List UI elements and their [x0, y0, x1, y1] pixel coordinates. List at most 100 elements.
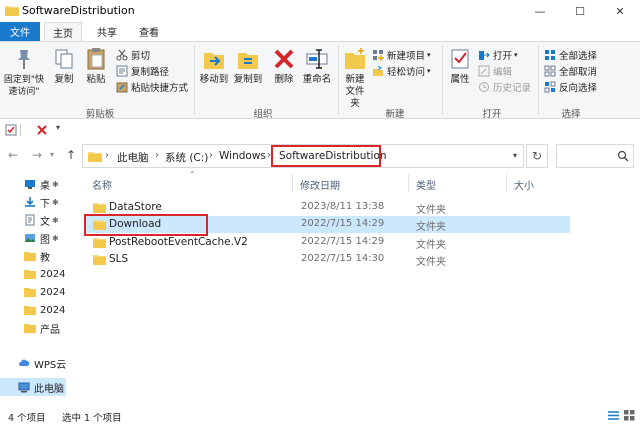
- ribbon-divider: [194, 45, 195, 115]
- delete-icon: [271, 46, 297, 72]
- sidebar-item-pictures[interactable]: 图 ✱: [0, 229, 66, 247]
- file-type: 文件夹: [416, 240, 446, 251]
- dropdown-arrow-icon: ▾: [427, 67, 431, 75]
- sidebar-item-documents[interactable]: 文 ✱: [0, 211, 66, 229]
- folder-icon: [24, 304, 36, 316]
- sidebar-item-this-pc[interactable]: 此电脑: [0, 378, 66, 396]
- invert-selection-button[interactable]: 反向选择: [544, 80, 597, 94]
- document-icon: [24, 214, 36, 226]
- column-header-type[interactable]: 类型: [416, 177, 436, 192]
- sidebar-item-folder[interactable]: 2024: [0, 265, 66, 283]
- breadcrumb-this-pc[interactable]: 此电脑: [117, 150, 149, 165]
- file-type: 文件夹: [416, 257, 446, 268]
- select-none-button[interactable]: 全部取消: [544, 64, 597, 78]
- new-folder-icon: [342, 46, 368, 72]
- cut-button[interactable]: 剪切: [116, 48, 150, 62]
- breadcrumb-separator: ›: [209, 150, 213, 161]
- address-bar[interactable]: › 此电脑 › 系统 (C:) › Windows › SoftwareDist…: [82, 144, 524, 168]
- paste-shortcut-button[interactable]: 粘贴快捷方式: [116, 80, 188, 94]
- breadcrumb-system-c[interactable]: 系统 (C:): [165, 150, 208, 165]
- sidebar-item-wps-cloud[interactable]: WPS云: [0, 354, 66, 372]
- invert-selection-label: 反向选择: [559, 83, 598, 94]
- title-bar: SoftwareDistribution — ☐ ✕: [0, 0, 640, 22]
- select-none-label: 全部取消: [559, 67, 598, 78]
- file-name: DataStore: [109, 201, 162, 213]
- paste-button[interactable]: 粘贴: [82, 46, 110, 86]
- column-divider: [292, 174, 293, 192]
- pin-icon: ✱: [52, 179, 59, 189]
- back-arrow-icon[interactable]: ←: [8, 148, 18, 162]
- rename-label: 重命名: [302, 74, 332, 85]
- easy-access-label: 轻松访问: [387, 67, 426, 78]
- select-none-icon: [544, 65, 556, 77]
- recent-locations-icon[interactable]: ▾: [50, 150, 54, 159]
- table-row[interactable]: PostRebootEventCache.V2 2022/7/15 14:29 …: [86, 234, 570, 251]
- new-item-button[interactable]: 新建项目 ▾: [372, 48, 431, 62]
- dropdown-arrow-icon: ▾: [514, 51, 518, 59]
- sidebar-item-label: 文: [40, 216, 50, 228]
- address-dropdown-icon[interactable]: ▾: [513, 151, 517, 160]
- up-arrow-icon[interactable]: ↑: [66, 148, 76, 162]
- pin-quick-access-button[interactable]: 固定到"快速访问": [4, 46, 44, 98]
- properties-button[interactable]: 属性: [446, 46, 474, 86]
- close-button[interactable]: ✕: [600, 0, 640, 22]
- sidebar-item-downloads[interactable]: 下 ✱: [0, 193, 66, 211]
- ribbon-divider: [538, 45, 539, 115]
- search-input[interactable]: [556, 144, 634, 168]
- refresh-button[interactable]: ↻: [526, 144, 548, 168]
- file-date: 2023/8/11 13:38: [301, 201, 385, 212]
- copy-button[interactable]: 复制: [50, 46, 78, 86]
- pin-icon: ✱: [52, 233, 59, 243]
- copy-path-label: 复制路径: [131, 67, 170, 78]
- easy-access-button[interactable]: 轻松访问 ▾: [372, 64, 431, 78]
- item-count: 4 个项目: [8, 413, 46, 424]
- tab-file[interactable]: 文件: [0, 22, 40, 41]
- file-type: 文件夹: [416, 222, 446, 233]
- file-name: SLS: [109, 253, 129, 265]
- dropdown-arrow-icon: ▾: [427, 51, 431, 59]
- new-folder-button[interactable]: 新建文件夹: [340, 46, 370, 110]
- cloud-icon: [18, 357, 30, 369]
- organize-group-label: 组织: [253, 109, 273, 120]
- sidebar-item-folder[interactable]: 产品: [0, 319, 66, 337]
- sidebar-item-folder[interactable]: 2024: [0, 301, 66, 319]
- sidebar-item-desktop[interactable]: 桌 ✱: [0, 175, 66, 193]
- window-title: SoftwareDistribution: [22, 4, 135, 17]
- forward-arrow-icon[interactable]: →: [32, 148, 42, 162]
- paste-shortcut-label: 粘贴快捷方式: [131, 83, 189, 94]
- copy-to-button[interactable]: 复制到: [232, 46, 264, 86]
- tab-share[interactable]: 共享: [88, 22, 126, 41]
- maximize-button[interactable]: ☐: [560, 0, 600, 22]
- sidebar-item-folder[interactable]: 教: [0, 247, 66, 265]
- copy-path-button[interactable]: 复制路径: [116, 64, 169, 78]
- column-header-date[interactable]: 修改日期: [300, 177, 340, 192]
- column-header-size[interactable]: 大小: [514, 177, 534, 192]
- minimize-button[interactable]: —: [520, 0, 560, 22]
- customize-toolbar-icon[interactable]: ▾: [56, 123, 60, 132]
- file-name: PostRebootEventCache.V2: [109, 236, 248, 248]
- details-view-icon[interactable]: [608, 410, 619, 421]
- open-group-label: 打开: [482, 109, 502, 120]
- search-icon: [617, 150, 629, 165]
- table-row[interactable]: SLS 2022/7/15 14:30 文件夹: [86, 251, 570, 268]
- breadcrumb-windows[interactable]: Windows: [219, 150, 266, 162]
- copy-path-icon: [116, 65, 128, 77]
- rename-button[interactable]: 重命名: [300, 46, 334, 86]
- tab-home[interactable]: 主页: [44, 22, 82, 42]
- open-button[interactable]: 打开 ▾: [478, 48, 518, 62]
- properties-icon[interactable]: [5, 124, 17, 139]
- tab-view[interactable]: 查看: [130, 22, 168, 41]
- column-header-name[interactable]: 名称: [92, 177, 112, 192]
- delete-button[interactable]: 删除: [270, 46, 298, 86]
- edit-button[interactable]: 编辑: [478, 64, 512, 78]
- selection-count: 选中 1 个项目: [62, 413, 122, 424]
- properties-icon: [447, 46, 473, 72]
- select-all-button[interactable]: 全部选择: [544, 48, 597, 62]
- move-to-button[interactable]: 移动到: [198, 46, 230, 86]
- sidebar-item-folder[interactable]: 2024: [0, 283, 66, 301]
- history-button[interactable]: 历史记录: [478, 80, 531, 94]
- folder-icon: [93, 237, 106, 251]
- pin-icon: ✱: [52, 197, 59, 207]
- large-icons-view-icon[interactable]: [624, 410, 635, 421]
- delete-icon[interactable]: [36, 124, 48, 139]
